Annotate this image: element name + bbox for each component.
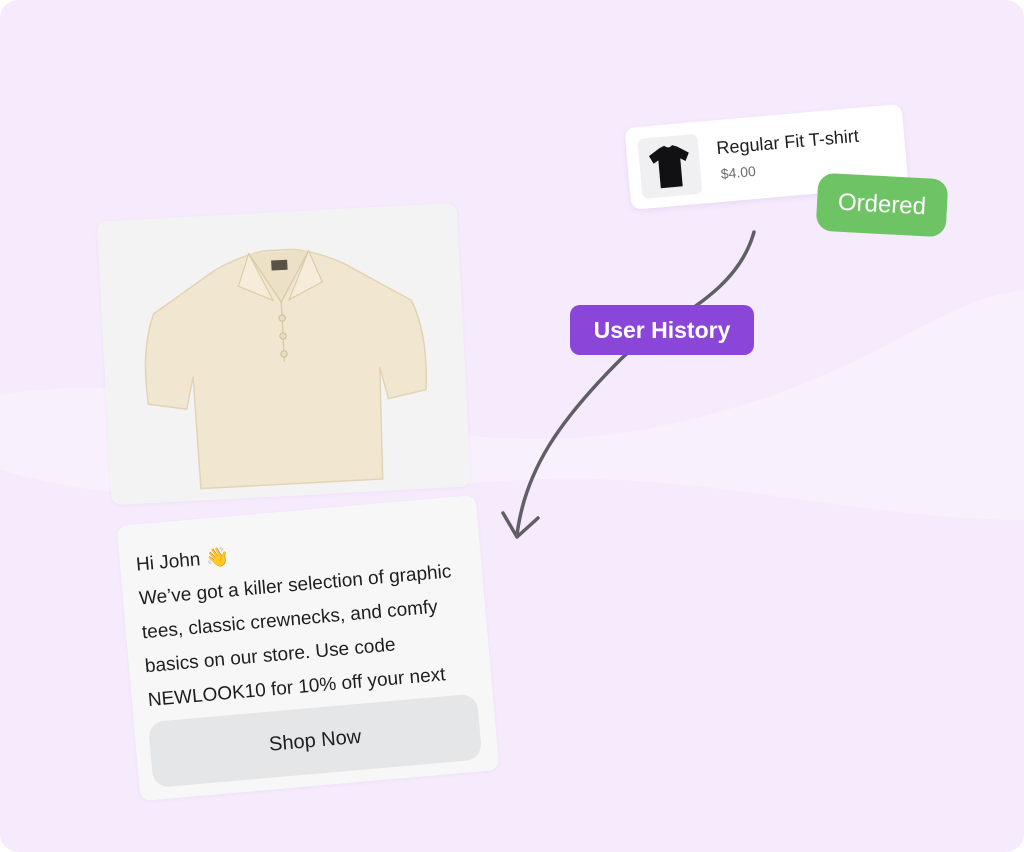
user-history-label: User History (570, 305, 754, 355)
message-card: Hi John 👋 We’ve got a killer selection o… (116, 494, 500, 802)
product-thumbnail (637, 133, 703, 199)
cream-polo-shirt-icon (144, 248, 428, 490)
product-image-card (96, 202, 472, 506)
product-price: $4.00 (720, 162, 757, 182)
black-tshirt-icon (648, 145, 689, 189)
illustration-canvas: Regular Fit T-shirt $4.00 Ordered User H… (0, 0, 1024, 852)
ordered-status-badge: Ordered (815, 172, 949, 238)
product-name: Regular Fit T-shirt (715, 125, 860, 159)
